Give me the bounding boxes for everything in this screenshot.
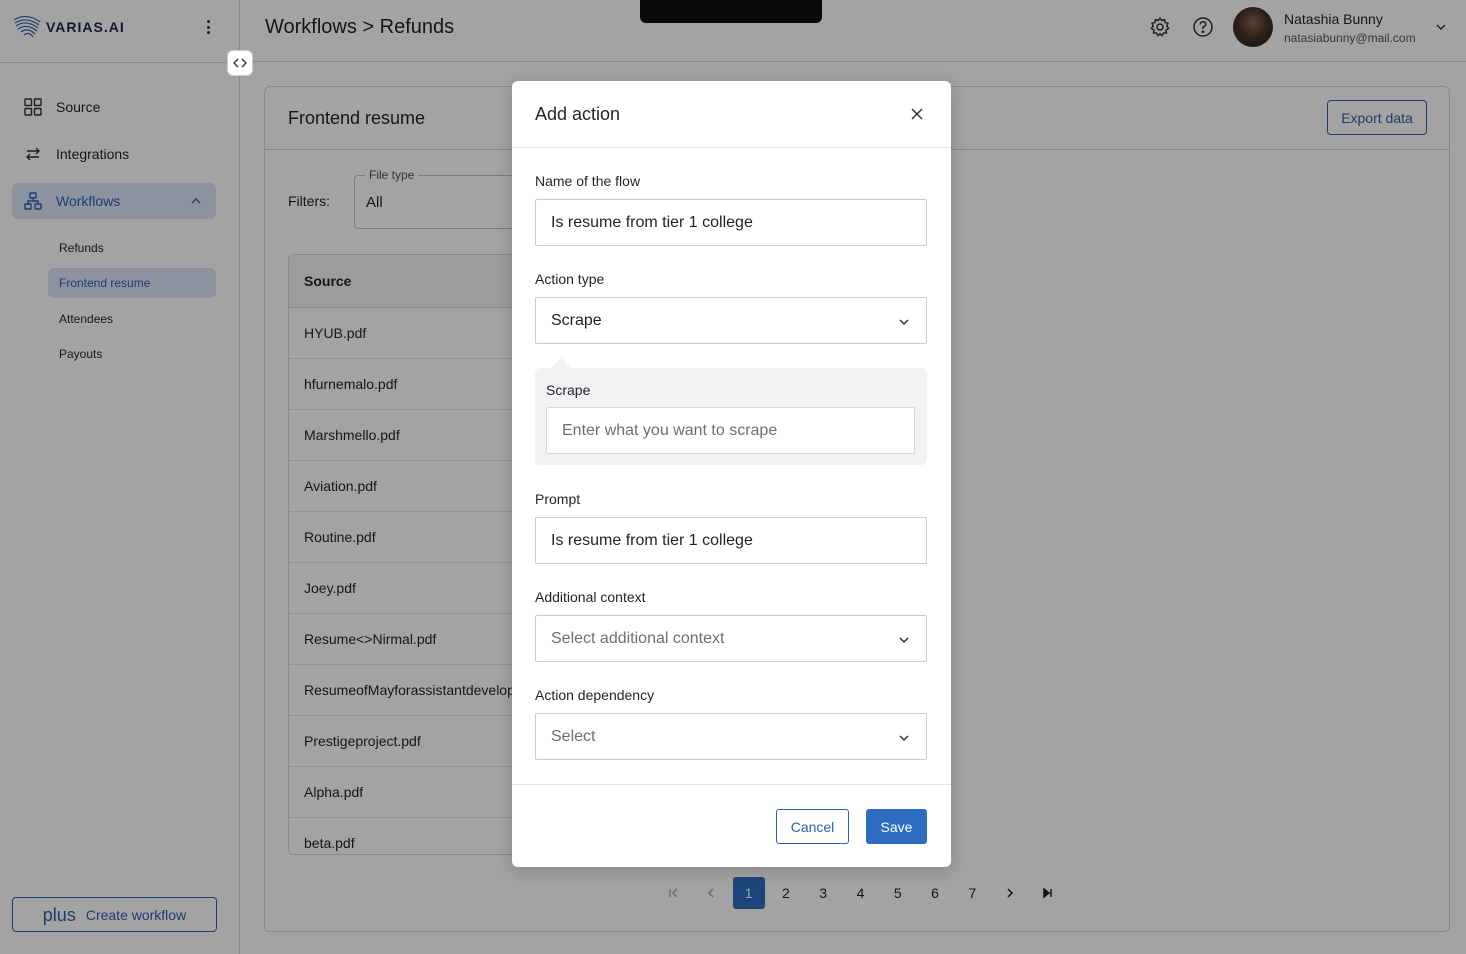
dialog-divider	[512, 784, 951, 785]
additional-context-select[interactable]: Select additional context	[535, 615, 927, 662]
action-type-value: Scrape	[551, 311, 602, 329]
collapse-sidebar-button[interactable]	[227, 50, 253, 76]
prompt-input[interactable]: Is resume from tier 1 college	[535, 517, 927, 564]
add-action-dialog: Add action Name of the flow Is resume fr…	[512, 81, 951, 867]
chevron-down-icon	[898, 633, 910, 651]
chevron-down-icon	[898, 315, 910, 333]
flow-name-label: Name of the flow	[535, 173, 641, 189]
action-dependency-placeholder: Select	[551, 727, 596, 745]
save-button[interactable]: Save	[866, 809, 927, 844]
close-icon[interactable]	[908, 105, 926, 123]
action-type-label: Action type	[535, 271, 605, 287]
code-brackets-icon	[233, 58, 247, 68]
action-dependency-select[interactable]: Select	[535, 713, 927, 760]
prompt-label: Prompt	[535, 491, 581, 507]
panel-pointer	[551, 358, 571, 368]
action-type-select[interactable]: Scrape	[535, 297, 927, 344]
dialog-title: Add action	[535, 104, 621, 124]
scrape-panel: Scrape Enter what you want to scrape	[535, 358, 927, 465]
additional-context-placeholder: Select additional context	[551, 629, 725, 647]
action-dependency-label: Action dependency	[535, 687, 655, 703]
dialog-divider	[512, 147, 951, 148]
flow-name-input[interactable]: Is resume from tier 1 college	[535, 199, 927, 246]
cancel-button[interactable]: Cancel	[776, 809, 849, 844]
chevron-down-icon	[898, 731, 910, 749]
additional-context-label: Additional context	[535, 589, 646, 605]
scrape-input[interactable]: Enter what you want to scrape	[546, 407, 915, 454]
scrape-label: Scrape	[546, 382, 591, 398]
